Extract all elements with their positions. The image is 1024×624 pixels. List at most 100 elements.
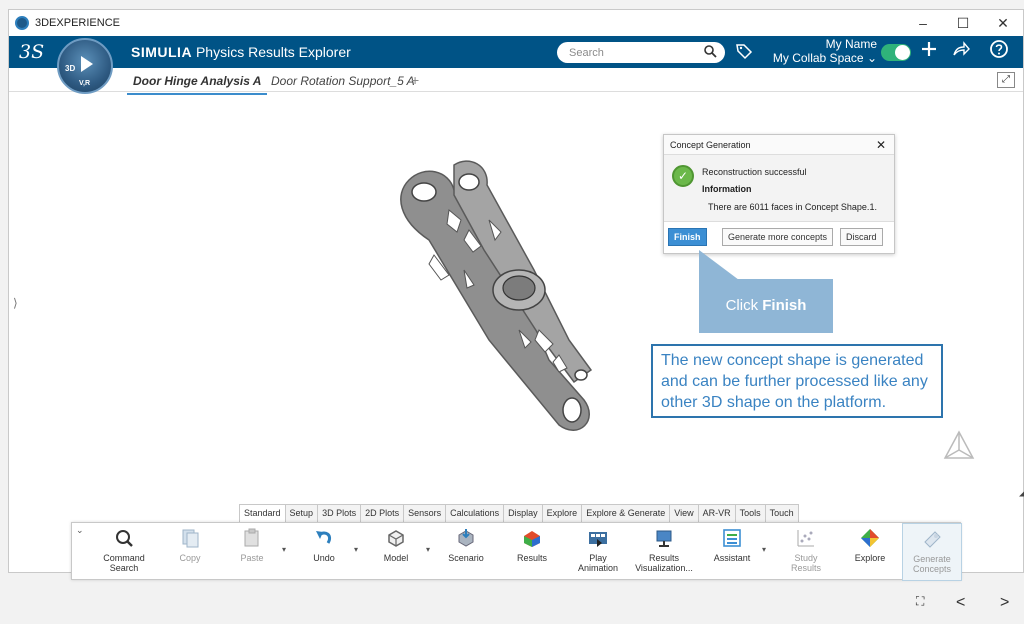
generate-more-concepts-button[interactable]: Generate more concepts xyxy=(722,228,834,246)
add-tab-button[interactable]: + xyxy=(411,72,419,88)
tab-display[interactable]: Display xyxy=(503,504,543,522)
tag-icon[interactable] xyxy=(735,42,753,65)
play-animation-button[interactable]: Play Animation xyxy=(568,523,628,581)
window-controls: – ☐ ✕ xyxy=(903,15,1023,32)
title-bar: 3DEXPERIENCE – ☐ ✕ xyxy=(9,10,1023,36)
dialog-title: Concept Generation xyxy=(664,135,894,155)
tab-3d-plots[interactable]: 3D Plots xyxy=(317,504,362,522)
tab-touch[interactable]: Touch xyxy=(764,504,799,522)
brand-prefix: SIMULIA xyxy=(131,44,193,60)
minimize-button[interactable]: – xyxy=(903,15,943,32)
window-title: 3DEXPERIENCE xyxy=(35,17,120,29)
dropdown-arrow-icon[interactable]: ▾ xyxy=(426,545,430,554)
explore-icon xyxy=(861,529,879,547)
tool-label: Generate xyxy=(913,554,951,564)
callout-strong: Finish xyxy=(762,297,807,314)
tool-label: Visualization... xyxy=(635,563,693,573)
discard-button[interactable]: Discard xyxy=(840,228,883,246)
collab-space-selector[interactable]: My Collab Space ⌄ xyxy=(773,51,877,65)
undo-button[interactable]: Undo ▾ xyxy=(294,523,358,581)
help-icon[interactable] xyxy=(989,39,1009,65)
undo-icon xyxy=(316,531,332,544)
tool-label: Study xyxy=(794,553,818,563)
command-search-icon xyxy=(116,530,133,547)
tab-standard[interactable]: Standard xyxy=(239,504,286,522)
share-icon[interactable] xyxy=(951,39,971,65)
tab-ar-vr[interactable]: AR-VR xyxy=(697,504,736,522)
tool-label: Assistant xyxy=(713,553,751,563)
dropdown-arrow-icon[interactable]: ▾ xyxy=(354,545,358,554)
app-title: SIMULIA Physics Results Explorer xyxy=(131,44,351,60)
maximize-button[interactable]: ☐ xyxy=(943,15,983,32)
finish-button[interactable]: Finish xyxy=(668,228,707,246)
collapse-chevron-icon[interactable]: ⌄ xyxy=(76,525,84,536)
model-button[interactable]: Model ▾ xyxy=(366,523,430,581)
play-icon xyxy=(81,56,93,72)
app-name: Physics Results Explorer xyxy=(195,44,351,60)
cursor-arrow-icon: ◢ xyxy=(1019,484,1024,498)
next-button[interactable]: > xyxy=(1000,594,1009,612)
assistant-button[interactable]: Assistant ▾ xyxy=(702,523,766,581)
tool-label: Explore xyxy=(854,553,886,563)
tab-explore-generate[interactable]: Explore & Generate xyxy=(581,504,671,522)
tool-label: Undo xyxy=(313,553,335,563)
tool-label: Model xyxy=(383,553,409,563)
tool-label: Command xyxy=(103,553,145,563)
user-name: My Name xyxy=(825,37,877,51)
compass-button[interactable]: 3D V,R xyxy=(57,38,113,94)
fullscreen-icon[interactable]: ⛶ xyxy=(916,594,924,609)
previous-button[interactable]: < xyxy=(956,594,965,612)
document-tabs: Door Hinge Analysis A Door Rotation Supp… xyxy=(9,68,1023,95)
compass-vr-label: V,R xyxy=(79,80,91,87)
generate-concepts-icon xyxy=(924,531,941,548)
tab-sensors[interactable]: Sensors xyxy=(403,504,447,522)
tab-tools[interactable]: Tools xyxy=(734,504,766,522)
model-icon xyxy=(388,530,404,547)
explore-button[interactable]: Explore xyxy=(840,523,900,581)
generate-concepts-button[interactable]: Generate Concepts xyxy=(902,523,962,581)
search-icon[interactable] xyxy=(704,44,717,61)
plus-icon[interactable] xyxy=(919,39,939,65)
results-visualization-button[interactable]: Results Visualization... xyxy=(634,523,694,581)
dialog-footer: Finish Generate more concepts Discard xyxy=(664,221,894,253)
search-input[interactable]: Search xyxy=(569,47,604,59)
tab-setup[interactable]: Setup xyxy=(284,504,319,522)
status-toggle[interactable] xyxy=(881,44,911,61)
study-results-button[interactable]: Study Results xyxy=(776,523,836,581)
tab-door-rotation-support[interactable]: Door Rotation Support_5 A xyxy=(271,74,415,88)
results-icon xyxy=(524,531,540,547)
info-heading: Information xyxy=(702,184,752,194)
search-box[interactable]: Search xyxy=(557,42,725,63)
close-window-button[interactable]: ✕ xyxy=(983,15,1023,32)
chevron-down-icon: ⌄ xyxy=(866,51,877,65)
dropdown-arrow-icon[interactable]: ▾ xyxy=(282,545,286,554)
callout-prefix: Click xyxy=(725,297,763,314)
check-icon: ✓ xyxy=(672,165,694,187)
tab-2d-plots[interactable]: 2D Plots xyxy=(360,504,405,522)
hinge-3d-model[interactable] xyxy=(369,160,609,440)
tool-label: Scenario xyxy=(448,553,484,563)
dropdown-arrow-icon[interactable]: ▾ xyxy=(762,545,766,554)
tab-door-hinge-analysis[interactable]: Door Hinge Analysis A xyxy=(126,74,268,95)
status-message: Reconstruction successful xyxy=(702,167,807,177)
info-message: There are 6011 faces in Concept Shape.1. xyxy=(708,202,877,212)
user-menu[interactable]: My Name My Collab Space ⌄ xyxy=(773,37,877,65)
app-header: 3S 3D V,R SIMULIA Physics Results Explor… xyxy=(9,36,1023,94)
tool-label: Concepts xyxy=(912,564,952,574)
tab-calculations[interactable]: Calculations xyxy=(445,504,505,522)
command-search-button[interactable]: Command Search xyxy=(94,523,154,581)
orientation-compass-icon[interactable] xyxy=(939,428,979,468)
results-button[interactable]: Results xyxy=(502,523,562,581)
paste-button[interactable]: Paste ▾ xyxy=(222,523,286,581)
copy-button[interactable]: Copy xyxy=(160,523,220,581)
tab-explore[interactable]: Explore xyxy=(541,504,583,522)
chevron-right-icon[interactable]: ⟩ xyxy=(13,296,18,310)
tool-label: Copy xyxy=(179,553,201,563)
play-animation-icon xyxy=(589,532,607,547)
close-icon[interactable]: ✕ xyxy=(876,138,886,152)
tab-view[interactable]: View xyxy=(669,504,699,522)
action-bar-tabs: Standard Setup 3D Plots 2D Plots Sensors… xyxy=(239,504,799,522)
expand-icon[interactable]: ⤢ xyxy=(997,72,1015,88)
scenario-button[interactable]: Scenario xyxy=(436,523,496,581)
tool-label: Search xyxy=(109,563,139,573)
